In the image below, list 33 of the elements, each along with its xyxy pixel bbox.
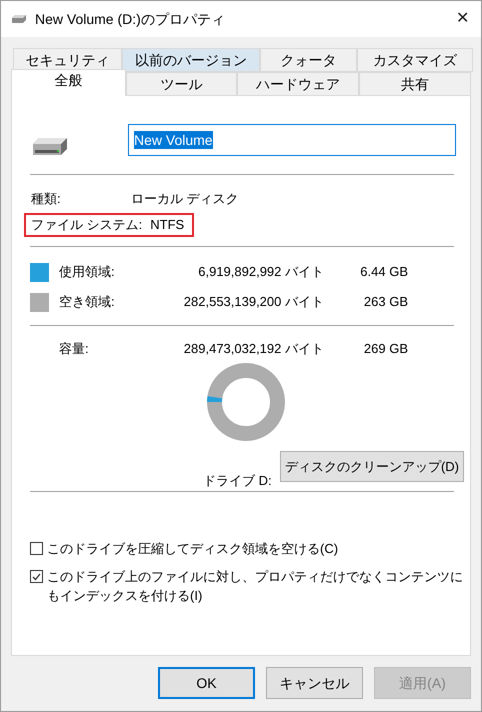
dialog-button[interactable]: OK [158, 667, 255, 699]
volume-name-field[interactable]: New Volume [128, 124, 456, 156]
tab[interactable]: 全般 [11, 69, 126, 96]
size-value: 263 GB [362, 293, 408, 312]
checkbox[interactable] [30, 570, 43, 583]
checkbox-label[interactable]: このドライブ上のファイルに対し、プロパティだけでなくコンテンツにもインデックスを付ける(I) [47, 567, 465, 605]
info-value: ローカル ディスク [131, 190, 239, 208]
close-button[interactable]: ✕ [456, 7, 469, 31]
info-value: NTFS [150, 216, 184, 234]
byte-count: 6,919,892,992 バイト [197, 263, 324, 282]
size-value: 6.44 GB [359, 263, 408, 282]
tab[interactable]: ハードウェア [237, 72, 359, 96]
tab[interactable]: 共有 [359, 72, 471, 96]
size-value: 269 GB [362, 340, 408, 358]
tab[interactable]: 以前のバージョン [122, 48, 260, 72]
byte-count: 282,553,139,200 バイト [182, 293, 324, 312]
space-label: 使用領域: [59, 263, 116, 282]
info-label: 種類: [31, 190, 62, 208]
tab[interactable]: カスタマイズ [357, 48, 473, 72]
space-label: 空き領域: [59, 293, 116, 312]
drive-label: ドライブ D: [203, 472, 272, 490]
space-label: 容量: [59, 340, 90, 358]
info-label: ファイル システム: [31, 216, 144, 234]
dialog-button[interactable]: キャンセル [266, 667, 363, 699]
tab[interactable]: ツール [126, 72, 237, 96]
disk-cleanup-button[interactable]: ディスクのクリーンアップ(D) [280, 451, 464, 482]
checkbox[interactable] [30, 542, 43, 555]
volume-name-text: New Volume [134, 131, 213, 149]
tab[interactable]: クォータ [260, 48, 357, 72]
byte-count: 289,473,032,192 バイト [182, 340, 324, 358]
drive-icon [11, 14, 27, 24]
checkbox-label[interactable]: このドライブを圧縮してディスク領域を空ける(C) [47, 539, 465, 558]
window-title: New Volume (D:)のプロパティ [35, 10, 225, 29]
